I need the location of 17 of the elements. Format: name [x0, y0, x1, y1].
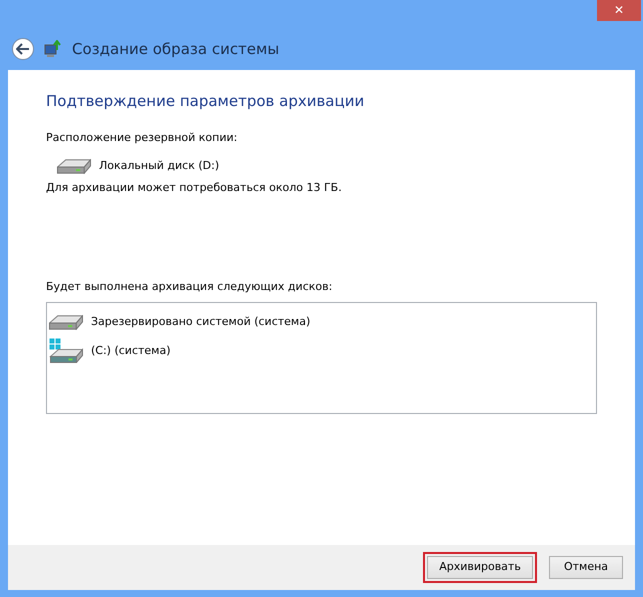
- disk-name: (C:) (система): [91, 342, 171, 358]
- system-drive-icon: [49, 338, 83, 364]
- drive-icon: [57, 158, 91, 174]
- disk-name: Зарезервировано системой (система): [91, 314, 310, 330]
- close-button[interactable]: ✕: [597, 0, 641, 21]
- size-note: Для архивации может потребоваться около 13 ГБ.: [46, 180, 343, 196]
- window-title: Создание образа системы: [72, 38, 280, 60]
- location-label: Расположение резервной копии:: [46, 130, 238, 146]
- computer-icon: [44, 40, 62, 58]
- page-heading: Подтверждение параметров архивации: [46, 92, 366, 110]
- back-button[interactable]: [12, 38, 34, 60]
- archive-button[interactable]: Архивировать: [427, 556, 533, 579]
- drive-label: Локальный диск (D:): [99, 158, 220, 174]
- cancel-button[interactable]: Отмена: [549, 556, 623, 579]
- drive-icon: [49, 314, 83, 330]
- back-arrow-icon: [16, 43, 30, 55]
- disks-label: Будет выполнена архивация следующих дисков:: [46, 278, 334, 294]
